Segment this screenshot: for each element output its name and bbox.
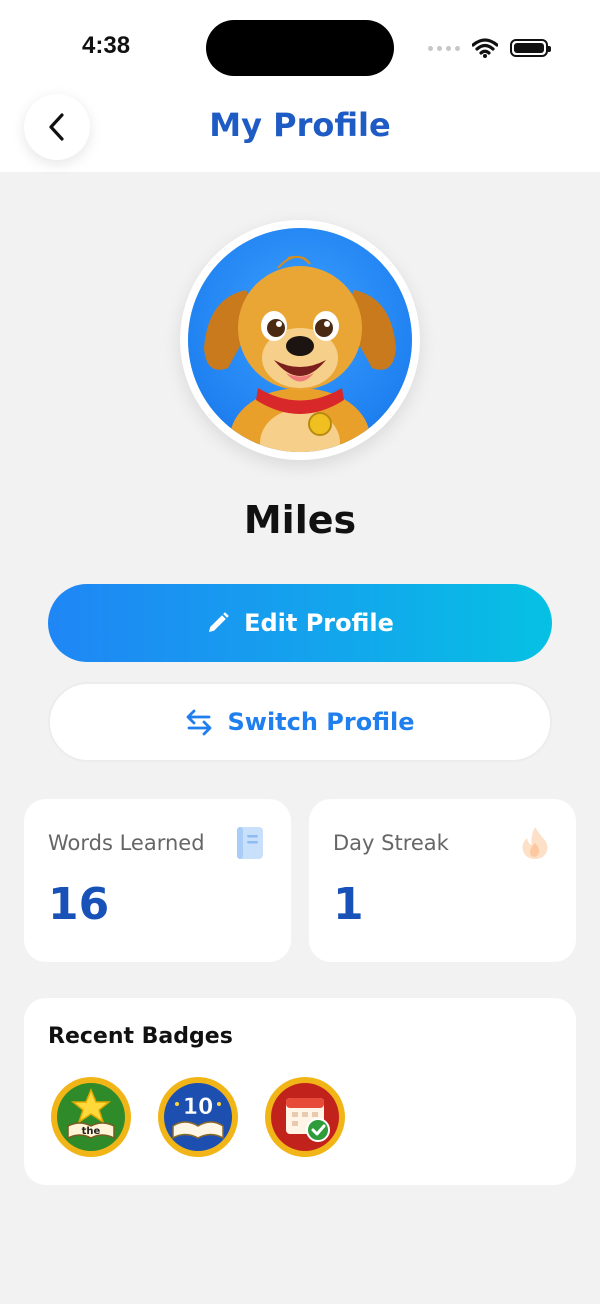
star-book-badge-icon[interactable]: the [50,1076,132,1158]
words-learned-value: 16 [48,879,110,930]
top-bar: 4:38 My Profile [0,0,600,172]
recent-badges-title: Recent Badges [48,1024,233,1049]
dog-avatar-image [188,228,412,452]
signal-dots-icon [428,45,460,51]
status-indicators [428,34,551,62]
day-streak-label: Day Streak [333,831,449,855]
calendar-check-badge-icon[interactable] [264,1076,346,1158]
page-title: My Profile [209,106,391,144]
edit-profile-label: Edit Profile [244,609,394,637]
battery-icon [510,39,551,57]
pencil-icon [209,612,229,632]
ten-books-badge-icon[interactable]: 10 [157,1076,239,1158]
day-streak-card: Day Streak 1 [309,799,576,962]
switch-profile-button[interactable]: Switch Profile [48,682,552,762]
edit-profile-button[interactable]: Edit Profile [48,584,552,662]
switch-arrows-icon [187,709,212,736]
status-time: 4:38 [82,32,131,59]
switch-profile-label: Switch Profile [227,708,415,736]
dynamic-island [206,20,394,76]
badge-count-text: 10 [183,1095,214,1120]
dog-illustration-icon [204,255,396,452]
badge-word-text: the [82,1126,101,1137]
book-icon [235,825,265,865]
wifi-icon [472,38,498,58]
words-learned-label: Words Learned [48,831,205,855]
flame-icon [520,825,550,865]
recent-badges-card: Recent Badges the 10 [24,998,576,1185]
day-streak-value: 1 [333,879,364,930]
words-learned-card: Words Learned 16 [24,799,291,962]
profile-name: Miles [243,498,357,542]
avatar[interactable] [180,220,420,460]
